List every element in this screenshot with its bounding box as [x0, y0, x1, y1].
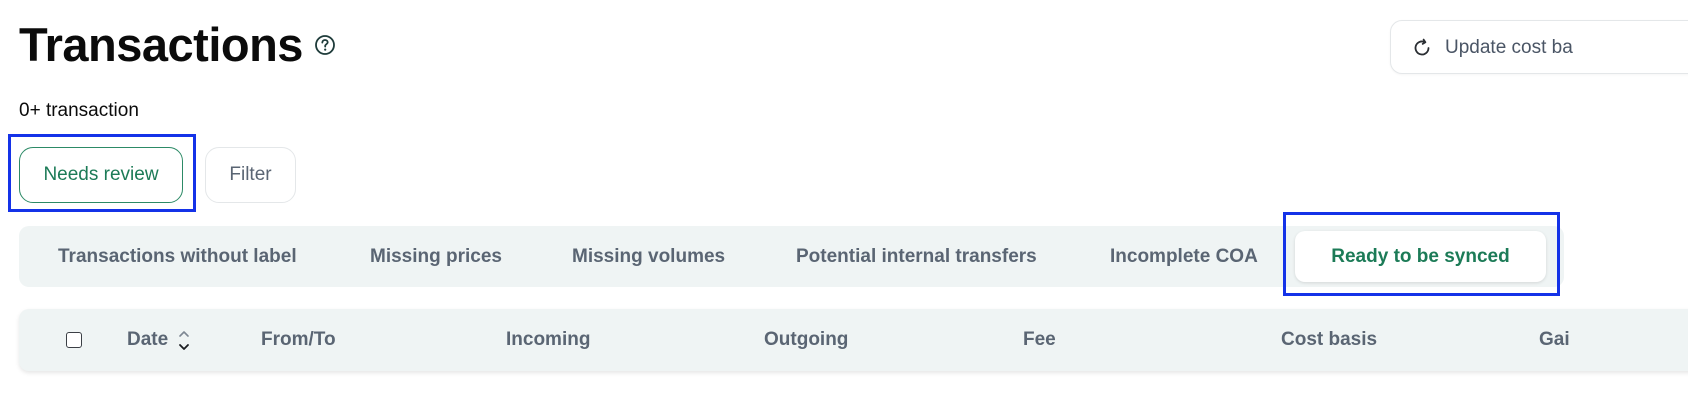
table-header: Date From/To Incoming Outgoing Fee Cost … — [19, 309, 1688, 371]
transactions-page: Transactions Update cost ba 0+ transacti… — [0, 0, 1688, 418]
transaction-count: 0+ transaction — [19, 100, 139, 121]
tab-potential-internal-transfers[interactable]: Potential internal transfers — [796, 226, 1037, 287]
filter-button[interactable]: Filter — [205, 147, 296, 203]
refresh-icon — [1414, 38, 1430, 56]
ready-to-be-synced-highlight-box — [1283, 212, 1560, 296]
help-circle-icon[interactable] — [314, 34, 336, 56]
update-cost-basis-button[interactable]: Update cost ba — [1390, 20, 1688, 74]
tab-missing-prices[interactable]: Missing prices — [370, 226, 502, 287]
select-all-checkbox[interactable] — [66, 332, 82, 348]
column-header-gain: Gai — [1539, 329, 1570, 350]
column-header-date[interactable]: Date — [127, 309, 168, 371]
needs-review-highlight-box — [8, 134, 196, 212]
sort-updown-icon[interactable] — [177, 328, 191, 354]
tab-missing-volumes[interactable]: Missing volumes — [572, 226, 725, 287]
update-cost-basis-label: Update cost ba — [1445, 37, 1573, 58]
column-header-outgoing: Outgoing — [764, 329, 849, 350]
column-header-fee: Fee — [1023, 329, 1056, 350]
column-header-incoming: Incoming — [506, 329, 591, 350]
page-title: Transactions — [19, 18, 303, 71]
column-header-from-to: From/To — [261, 329, 336, 350]
tab-incomplete-coa[interactable]: Incomplete COA — [1110, 226, 1258, 287]
tab-transactions-without-label[interactable]: Transactions without label — [58, 226, 297, 287]
column-header-cost-basis: Cost basis — [1281, 329, 1378, 350]
